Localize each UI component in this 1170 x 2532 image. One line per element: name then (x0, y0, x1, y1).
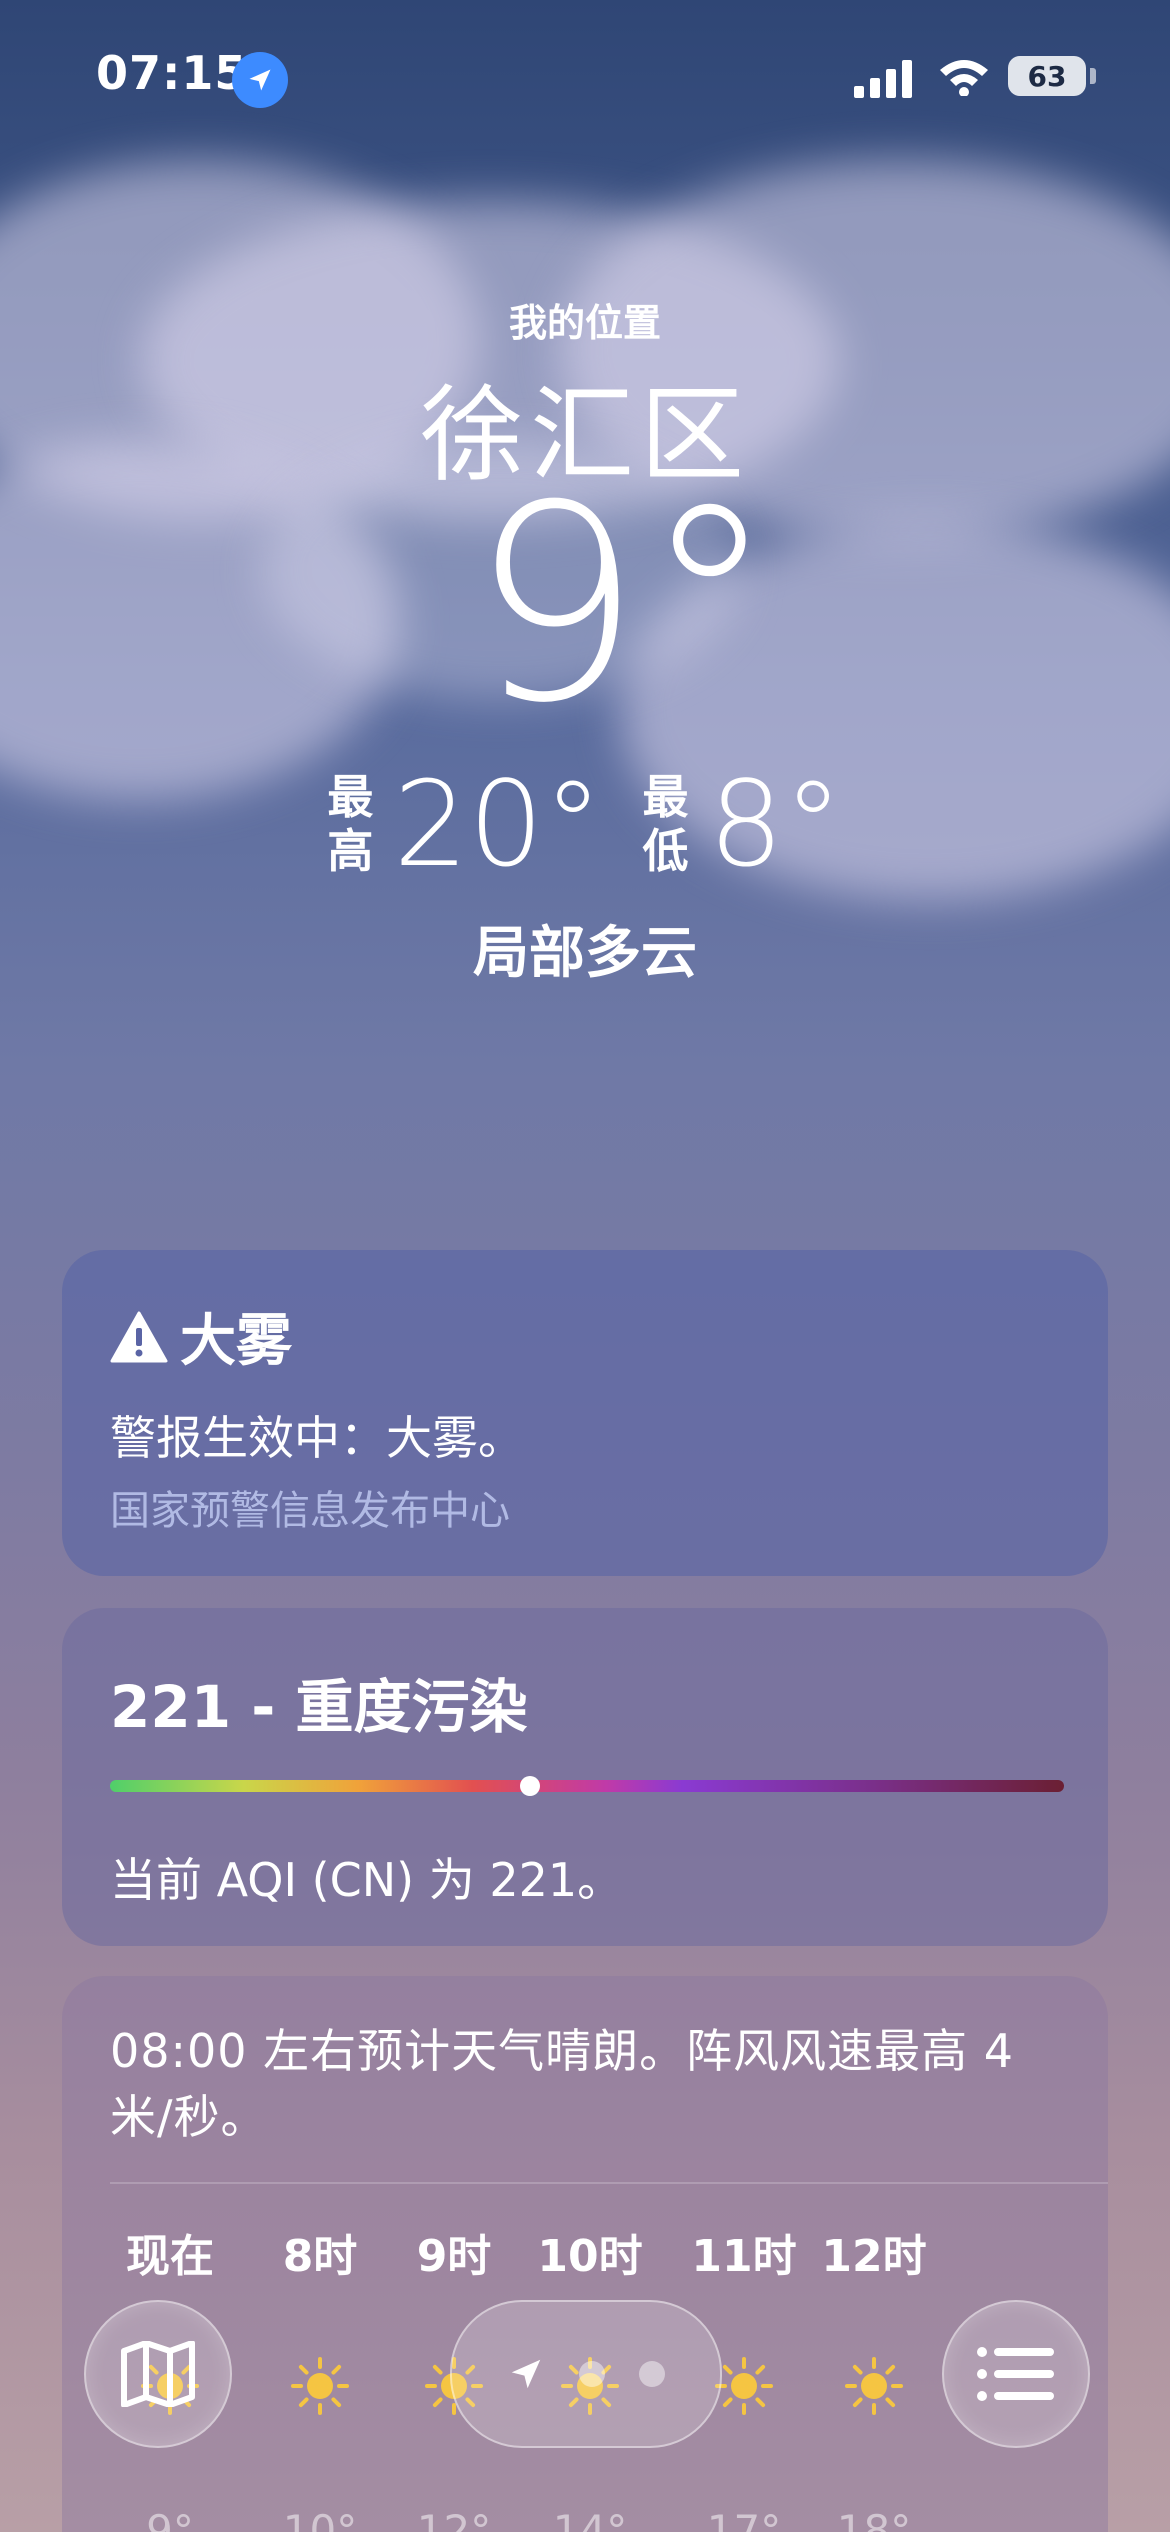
alert-text: 警报生效中：大雾。 (110, 1411, 524, 1465)
aqi-scale-bar (110, 1776, 1064, 1796)
my-location-label: 我的位置 (508, 301, 661, 345)
air-quality-card[interactable]: 221 - 重度污染 当前 AQI (CN) 为 221。 (62, 1608, 1108, 1946)
hour-temperature: 14° (552, 2506, 628, 2532)
forecast-summary: 08:00 左右预计天气晴朗。阵风风速最高 4 米/秒。 (110, 2024, 1015, 2144)
hour-item: 12时 18° (804, 2220, 944, 2532)
alert-source: 国家预警信息发布中心 (110, 1488, 510, 1534)
page-dot[interactable] (639, 2361, 665, 2387)
high-temperature: 20° (393, 755, 603, 893)
hour-temperature: 17° (706, 2506, 782, 2532)
hourly-forecast-card[interactable]: 08:00 左右预计天气晴朗。阵风风速最高 4 米/秒。 现在 9° 8时 10° 9时… (62, 1976, 1108, 2532)
alert-card[interactable]: 大雾 警报生效中：大雾。 国家预警信息发布中心 (62, 1250, 1108, 1576)
high-group: 最高 20° (327, 765, 602, 883)
list-button[interactable] (942, 2300, 1090, 2448)
hour-item: 8时 10° (250, 2220, 390, 2532)
sun-icon (804, 2356, 944, 2416)
wifi-icon (940, 60, 988, 96)
low-temperature: 8° (708, 755, 843, 893)
page-dot[interactable] (579, 2361, 605, 2387)
aqi-indicator-dot (519, 1776, 540, 1796)
current-temperature: 9° (470, 447, 777, 762)
status-bar: 07:15 63 (0, 0, 1170, 150)
low-group: 最低 8° (643, 765, 843, 883)
hour-temperature: 12° (416, 2506, 492, 2532)
status-time: 07:15 (96, 46, 248, 100)
hour-label: 12时 (821, 2231, 927, 2282)
sun-icon (250, 2356, 390, 2416)
hour-label: 11时 (691, 2231, 797, 2282)
location-page-indicator[interactable] (450, 2300, 722, 2448)
alert-title-row: 大雾 (110, 1296, 292, 1377)
battery-tip (1090, 68, 1096, 84)
hour-label: 现在 (126, 2231, 214, 2282)
hour-label: 8时 (282, 2231, 358, 2282)
hour-temperature: 9° (146, 2506, 194, 2532)
hour-label: 10时 (537, 2231, 643, 2282)
aqi-title: 221 - 重度污染 (110, 1673, 528, 1741)
hour-temperature: 18° (836, 2506, 912, 2532)
map-button[interactable] (84, 2300, 232, 2448)
cellular-signal-icon (854, 60, 912, 98)
list-icon (977, 2347, 1054, 2401)
aqi-text: 当前 AQI (CN) 为 221。 (110, 1853, 624, 1907)
warning-icon (110, 1311, 168, 1362)
hour-temperature: 10° (282, 2506, 358, 2532)
weather-condition: 局部多云 (473, 921, 697, 986)
location-arrow-icon (511, 2359, 541, 2389)
battery-level: 63 (1008, 56, 1086, 96)
low-label: 最低 (642, 770, 689, 878)
high-label: 最高 (327, 770, 374, 878)
high-low-row: 最高 20° 最低 8° (0, 765, 1170, 883)
location-arrow-icon (232, 52, 288, 108)
hour-label: 9时 (416, 2231, 492, 2282)
map-icon (121, 2341, 195, 2407)
divider (110, 2182, 1108, 2184)
alert-title: 大雾 (180, 1309, 292, 1374)
